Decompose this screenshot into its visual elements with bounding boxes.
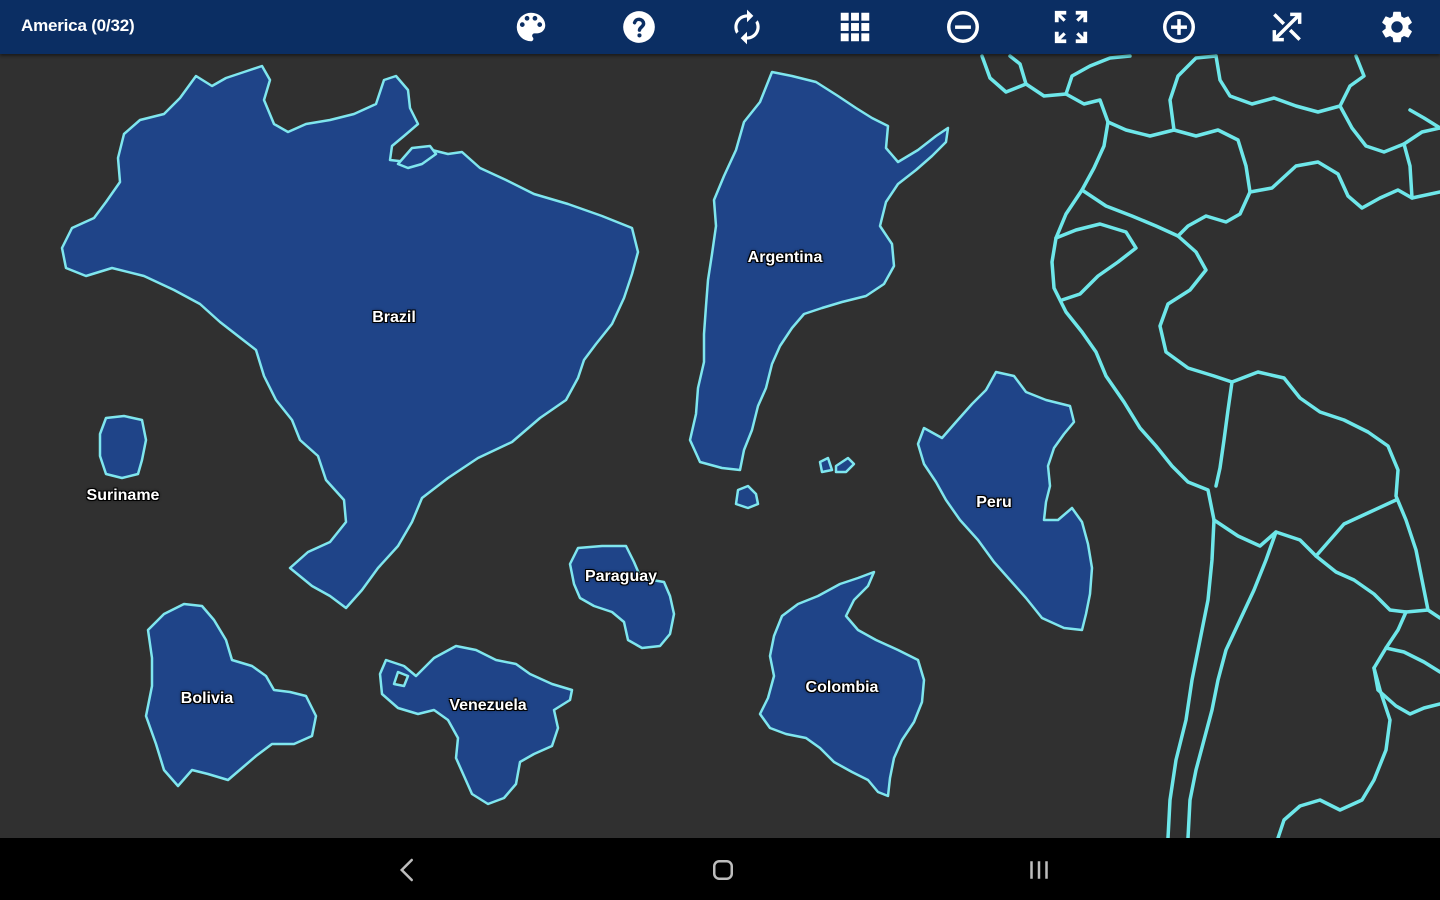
settings-button[interactable]	[1375, 5, 1419, 49]
zoom-in-icon	[1163, 11, 1195, 43]
help-button[interactable]	[617, 5, 661, 49]
map-canvas	[60, 54, 1440, 838]
scatter-icon	[1272, 12, 1302, 42]
app-title: America (0/32)	[21, 16, 135, 35]
zoom-in-button[interactable]	[1157, 5, 1201, 49]
restart-button[interactable]	[725, 5, 769, 49]
piece-suriname[interactable]	[98, 414, 148, 480]
refresh-icon	[734, 9, 760, 45]
top-toolbar: America (0/32)	[0, 0, 1440, 54]
palette-button[interactable]	[509, 5, 553, 49]
zoom-out-icon	[947, 11, 979, 43]
fullscreen-icon	[1054, 10, 1088, 44]
zoom-out-button[interactable]	[941, 5, 985, 49]
nav-recents-button[interactable]	[1019, 850, 1059, 890]
system-navigation-bar	[0, 838, 1440, 900]
scatter-button[interactable]	[1265, 5, 1309, 49]
palette-icon	[516, 12, 546, 42]
back-icon	[399, 858, 413, 882]
piece-colombia[interactable]	[758, 570, 926, 798]
nav-back-button[interactable]	[388, 850, 428, 890]
fit-screen-button[interactable]	[1049, 5, 1093, 49]
piece-argentina-islands-2	[818, 456, 856, 474]
piece-peru[interactable]	[916, 370, 1094, 632]
home-icon	[713, 860, 733, 880]
grid-icon	[840, 12, 870, 42]
grid-button[interactable]	[833, 5, 877, 49]
recents-icon	[1030, 861, 1048, 879]
nav-home-button[interactable]	[703, 850, 743, 890]
settings-icon	[1382, 11, 1412, 43]
piece-venezuela[interactable]	[378, 644, 574, 806]
piece-brazil[interactable]	[60, 64, 640, 610]
piece-argentina-islands-1	[734, 484, 760, 510]
piece-argentina[interactable]	[688, 70, 950, 472]
piece-paraguay[interactable]	[568, 544, 676, 650]
puzzle-board: Brazil Argentina Suriname Peru Paraguay …	[0, 54, 1440, 838]
help-icon	[623, 11, 655, 43]
piece-bolivia[interactable]	[144, 602, 318, 788]
